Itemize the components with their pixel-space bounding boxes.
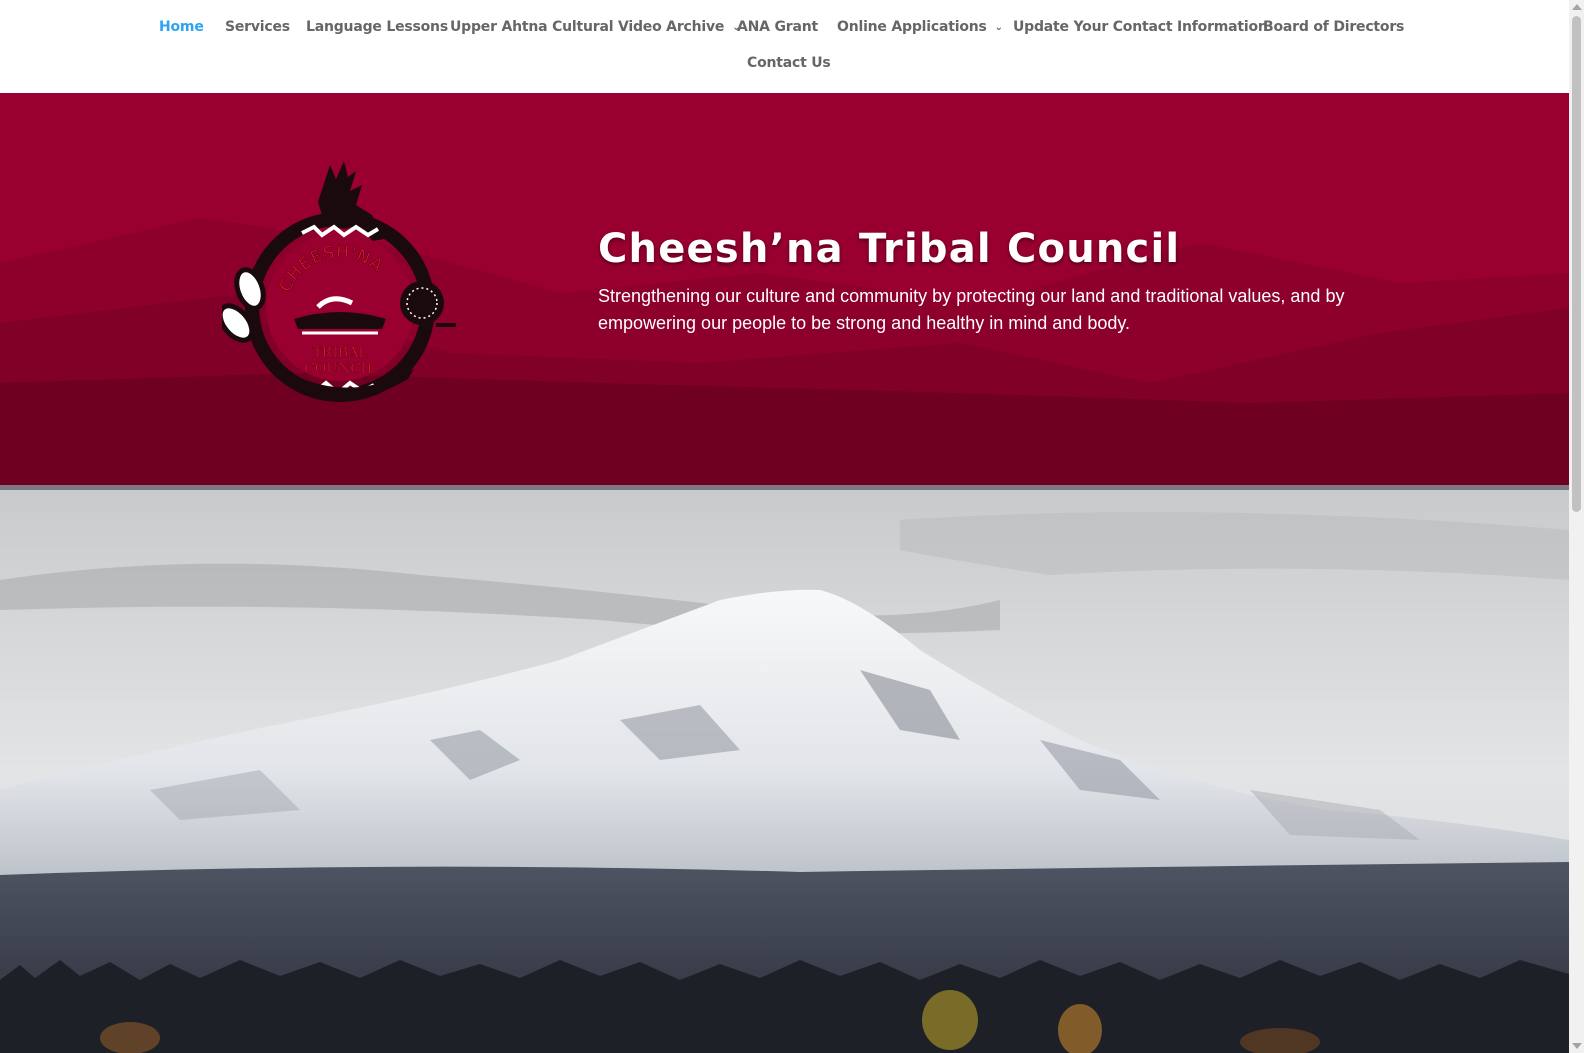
nav-item-label: Board of Directors [1263, 19, 1405, 35]
page-title: Cheesh’na Tribal Council [598, 225, 1181, 272]
nav-item-update-contact[interactable]: Update Your Contact Information [1013, 19, 1268, 35]
scroll-down-arrow-icon[interactable] [1572, 1043, 1582, 1049]
nav-item-label: Services [225, 19, 290, 35]
nav-item-label: Contact Us [747, 55, 831, 71]
nav-item-label: Home [159, 19, 204, 35]
nav-item-services[interactable]: Services [225, 19, 290, 35]
nav-item-ana-grant[interactable]: ANA Grant [737, 19, 818, 35]
nav-item-language-lessons[interactable]: Language Lessons [306, 19, 448, 35]
page: Home Services Language Lessons Upper Aht… [0, 0, 1569, 1053]
mountain-photo-graphic [0, 490, 1569, 1053]
nav-item-label: Online Applications [837, 19, 987, 35]
logo-text-council: COUNCIL [304, 361, 376, 377]
nav-item-board-of-directors[interactable]: Board of Directors [1263, 19, 1404, 35]
nav-item-online-applications[interactable]: Online Applications ⌄ [837, 19, 1003, 35]
nav-item-video-archive[interactable]: Upper Ahtna Cultural Video Archive ⌄ [450, 19, 741, 35]
chevron-down-icon: ⌄ [994, 22, 1003, 33]
cheeshna-logo: CHEESH'NA TRIBAL COUNCIL [222, 161, 456, 402]
nav-item-label: ANA Grant [737, 19, 818, 35]
logo-text-tribal: TRIBAL [312, 345, 367, 361]
hero-section: CHEESH'NA TRIBAL COUNCIL Cheesh’na Triba… [0, 93, 1569, 485]
main-navigation: Home Services Language Lessons Upper Aht… [0, 0, 1569, 93]
scrollbar-thumb[interactable] [1572, 16, 1581, 512]
nav-item-label: Language Lessons [306, 19, 448, 35]
scroll-up-arrow-icon[interactable] [1572, 4, 1582, 10]
nav-item-label: Upper Ahtna Cultural Video Archive [450, 19, 725, 35]
hero-tagline: Strengthening our culture and community … [598, 286, 1345, 333]
nav-item-label: Update Your Contact Information [1013, 19, 1268, 35]
nav-item-home[interactable]: Home [159, 19, 204, 35]
vertical-scrollbar[interactable] [1569, 0, 1584, 1053]
landscape-photo [0, 490, 1569, 1053]
nav-item-contact-us[interactable]: Contact Us [747, 55, 831, 71]
